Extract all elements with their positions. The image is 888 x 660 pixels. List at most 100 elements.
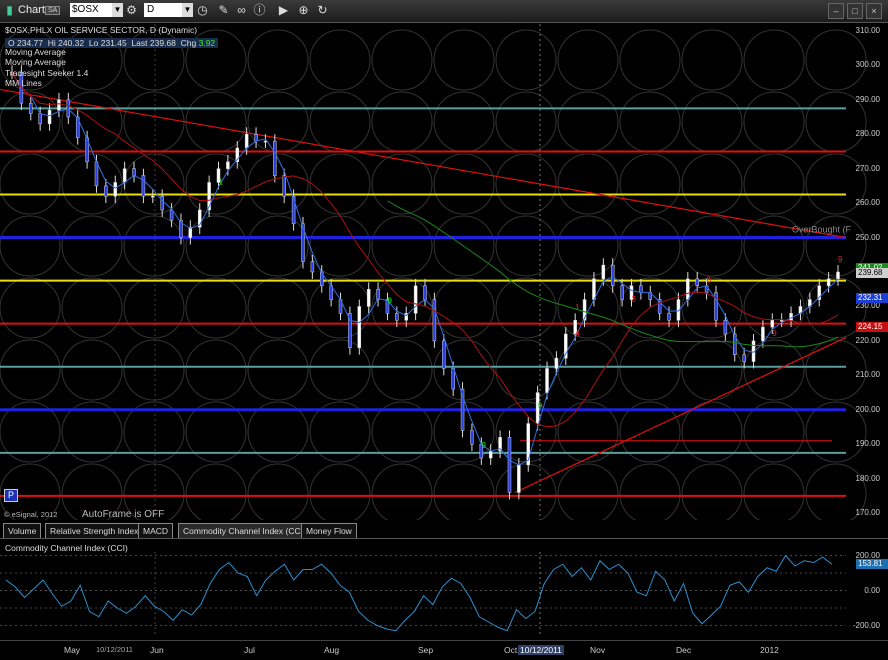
grid-circle — [247, 463, 309, 520]
info-icon[interactable]: ⓘ — [252, 3, 267, 18]
grid-circle — [495, 215, 557, 277]
candle-body — [310, 261, 315, 273]
grid-circle — [681, 91, 743, 153]
minimize-button[interactable]: – — [828, 3, 844, 19]
candle-body — [451, 368, 455, 390]
seeker-count: 9 — [772, 329, 777, 338]
last-value: 239.68 — [149, 38, 176, 48]
price-tick-label: 250.00 — [855, 232, 880, 242]
ohlc-readout: O 234.77 Hi 240.32 Lo 231.45 Last 239.68… — [5, 38, 219, 48]
grid-circle — [309, 153, 371, 215]
candle-body — [779, 319, 784, 322]
grid-circle — [619, 339, 681, 401]
close-button[interactable]: × — [866, 3, 882, 19]
study-label: Tradesight Seeker 1.4 — [5, 67, 89, 78]
grid-circle — [619, 463, 681, 520]
candle-body — [141, 175, 146, 197]
window-badge: SA — [45, 6, 61, 15]
chart-window-icon: ▮ — [6, 3, 13, 17]
tab-rsi[interactable]: Relative Strength Index — [45, 523, 144, 539]
grid-circle — [557, 215, 619, 277]
cci-tick-label: -200.00 — [852, 620, 880, 630]
cci-tick-label: 0.00 — [864, 585, 880, 595]
price-chart[interactable]: 1 9 9 1 3 8 9 9 4 9 OverBought (F — [0, 22, 888, 520]
candle-body — [413, 285, 418, 314]
tab-cci[interactable]: Commodity Channel Index (CCI) — [178, 523, 311, 539]
grid-circle — [433, 91, 495, 153]
tab-money-flow[interactable]: Money Flow — [301, 523, 357, 539]
seeker-count: 9 — [838, 255, 843, 264]
clock-icon[interactable]: ◷ — [195, 3, 210, 18]
candle-body — [357, 306, 362, 349]
grid-circle — [619, 215, 681, 277]
add-icon[interactable]: ⊕ — [296, 3, 311, 18]
study-label: Moving Average — [5, 57, 66, 67]
grid-circle — [557, 463, 619, 520]
grid-circle — [309, 29, 371, 91]
refresh-icon[interactable]: ↻ — [315, 3, 330, 18]
grid-circle — [557, 91, 619, 153]
grid-circle — [743, 91, 805, 153]
candle-body — [742, 354, 746, 362]
up-trend-line — [514, 336, 847, 493]
candle-body — [151, 195, 155, 198]
grid-circle — [61, 153, 123, 215]
candle-body — [610, 264, 615, 287]
grid-circle — [0, 277, 61, 339]
candle-body — [94, 161, 99, 187]
candle-body — [761, 326, 765, 342]
price-tick-label: 270.00 — [855, 163, 880, 173]
link-icon[interactable]: ∞ — [234, 3, 249, 18]
price-tick-label: 220.00 — [855, 335, 880, 345]
maximize-button[interactable]: □ — [847, 3, 863, 19]
overbought-label: OverBought (F — [792, 224, 852, 234]
grid-circle — [371, 29, 433, 91]
change-value: 3.92 — [198, 38, 216, 48]
price-badge: 224.15 — [856, 321, 888, 332]
slow-moving-average — [11, 71, 839, 428]
grid-circle — [495, 277, 557, 339]
grid-circle — [371, 463, 433, 520]
price-tick-label: 170.00 — [855, 508, 880, 518]
candle-body — [601, 264, 606, 280]
candle-body — [244, 133, 249, 149]
grid-circle — [743, 29, 805, 91]
price-tick-label: 200.00 — [855, 404, 880, 414]
x-tick-label: May — [64, 645, 81, 655]
candle-body — [395, 313, 399, 321]
grid-circle — [495, 29, 557, 91]
fast-moving-average — [11, 71, 839, 466]
play-icon[interactable]: ▶ — [276, 3, 291, 18]
grid-circle — [371, 339, 433, 401]
grid-circle — [681, 29, 743, 91]
grid-circle — [743, 153, 805, 215]
candle-body — [554, 357, 559, 369]
tab-volume[interactable]: Volume — [3, 523, 42, 539]
gear-icon[interactable]: ⚙ — [124, 3, 139, 18]
grid-circle — [61, 277, 123, 339]
cci-current-badge: 153.81 — [856, 558, 888, 569]
p-button[interactable]: P — [4, 489, 18, 502]
candle-body — [254, 133, 258, 142]
grid-circle — [185, 339, 247, 401]
seeker-count: 8 — [707, 276, 712, 285]
seeker-count: 1 — [575, 303, 580, 312]
grid-circle — [557, 277, 619, 339]
grid-circle — [681, 215, 743, 277]
candle-body — [169, 209, 174, 221]
down-trend-line — [0, 88, 847, 239]
interval-dropdown-button[interactable]: ▼ — [182, 3, 193, 17]
candle-body — [47, 109, 52, 125]
grid-circle — [61, 215, 123, 277]
cci-chart[interactable] — [0, 538, 888, 640]
price-tick-label: 290.00 — [855, 94, 880, 104]
candle-body — [723, 319, 728, 335]
tab-macd[interactable]: MACD — [138, 523, 174, 539]
autoframe-status: AutoFrame is OFF — [82, 509, 165, 520]
grid-circle — [185, 277, 247, 339]
grid-circle — [557, 29, 619, 91]
pencil-icon[interactable]: ✎ — [216, 3, 231, 18]
symbol-dropdown-button[interactable]: ▼ — [112, 3, 123, 17]
price-tick-label: 180.00 — [855, 473, 880, 483]
grid-circle — [247, 215, 309, 277]
